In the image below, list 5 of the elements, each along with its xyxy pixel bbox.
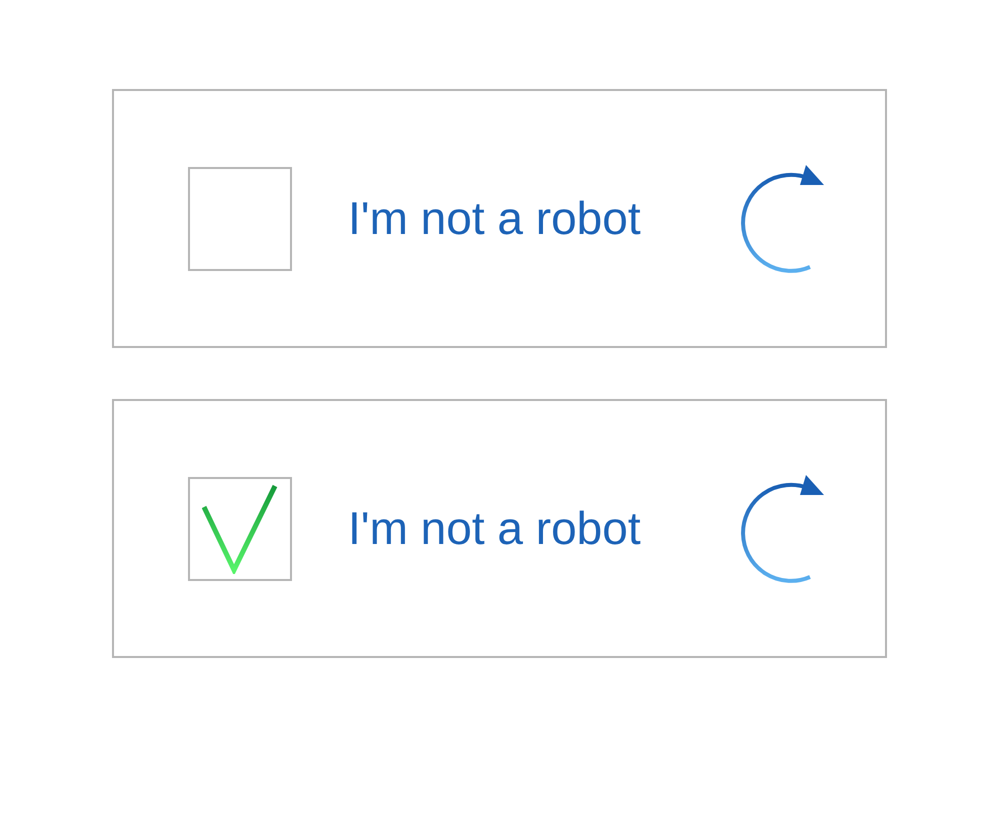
captcha-label: I'm not a robot	[348, 191, 641, 246]
checkbox[interactable]	[188, 476, 292, 580]
captcha-label: I'm not a robot	[348, 501, 641, 556]
check-icon	[202, 484, 278, 574]
checkbox[interactable]	[188, 166, 292, 270]
